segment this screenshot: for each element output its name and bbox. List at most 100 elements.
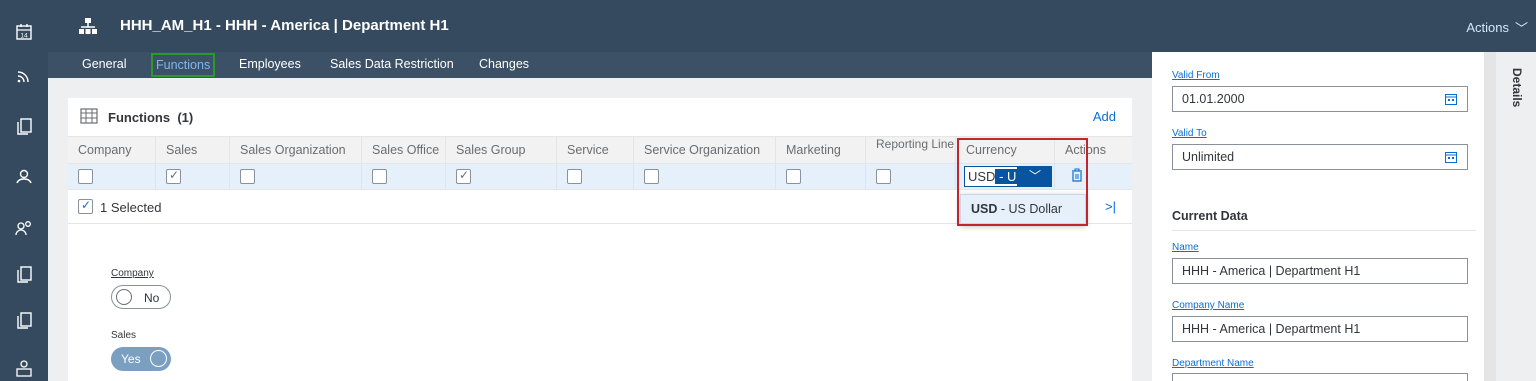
sales-switch-text: Yes: [121, 352, 141, 366]
service-checkbox[interactable]: [567, 169, 582, 184]
currency-typed-text: USD: [968, 169, 996, 184]
cell-sales: [156, 164, 230, 189]
calendar-picker-icon[interactable]: [1445, 93, 1457, 105]
details-side-panel: Valid From 01.01.2000 Valid To Unlimited…: [1152, 52, 1484, 381]
name-field[interactable]: HHH - America | Department H1: [1172, 258, 1468, 284]
functions-toolbar: Functions (1) Add: [68, 98, 1132, 136]
divider: [1172, 230, 1476, 231]
feed-icon[interactable]: [0, 60, 48, 92]
sales-label: Sales: [111, 330, 137, 341]
functions-card: Functions (1) Add Company Sales Sales Or…: [68, 98, 1132, 381]
switch-knob: [150, 350, 167, 367]
column-header-sales-office: Sales Office: [362, 137, 446, 164]
company-switch[interactable]: No: [111, 285, 171, 309]
org-people-icon[interactable]: [0, 352, 48, 381]
column-header-sales: Sales: [156, 137, 230, 164]
column-header-marketing: Marketing: [776, 137, 866, 164]
page-title: HHH_AM_H1 - HHH - America | Department H…: [120, 17, 449, 34]
selected-count: 1 Selected: [100, 200, 162, 215]
cell-sales-office: [362, 164, 446, 189]
department-name-label: Department Name: [1172, 358, 1254, 369]
svg-text:14: 14: [20, 33, 28, 40]
copy-icon[interactable]: [0, 304, 48, 336]
currency-option-text: - US Dollar: [997, 202, 1062, 216]
valid-from-field[interactable]: 01.01.2000: [1172, 86, 1468, 112]
actions-label: Actions: [1466, 20, 1509, 35]
cell-sales-group: [446, 164, 557, 189]
column-header-company: Company: [68, 137, 156, 164]
valid-from-label: Valid From: [1172, 70, 1220, 81]
company-name-field[interactable]: HHH - America | Department H1: [1172, 316, 1468, 342]
column-header-service: Service: [557, 137, 634, 164]
people-icon[interactable]: [0, 212, 48, 244]
column-header-service-organization: Service Organization: [634, 137, 776, 164]
currency-dropdown-button[interactable]: ﹀: [1018, 166, 1052, 187]
copy-icon[interactable]: [0, 110, 48, 142]
table-row[interactable]: USD - US ﹀: [68, 164, 1132, 190]
valid-to-field[interactable]: Unlimited: [1172, 144, 1468, 170]
cell-marketing: [776, 164, 866, 189]
functions-count: (1): [177, 110, 194, 125]
functions-title-text: Functions: [108, 110, 171, 125]
left-nav-rail: 14: [0, 0, 48, 381]
actions-menu-button[interactable]: Actions ﹀: [1466, 18, 1528, 37]
table-header: Company Sales Sales Organization Sales O…: [68, 136, 1132, 164]
last-page-button[interactable]: >|: [1105, 199, 1116, 214]
valid-from-value: 01.01.2000: [1182, 92, 1245, 106]
cell-reporting-line: [866, 164, 956, 189]
column-header-reporting-line: Reporting Line: [866, 137, 956, 164]
sales-organization-checkbox[interactable]: [240, 169, 255, 184]
company-label: Company: [111, 268, 154, 279]
sales-group-checkbox[interactable]: [456, 168, 471, 184]
settings-group-icon[interactable]: [0, 160, 48, 192]
company-checkbox[interactable]: [78, 169, 93, 184]
company-name-label: Company Name: [1172, 300, 1245, 311]
column-header-actions: Actions: [1065, 143, 1106, 157]
current-data-heading: Current Data: [1172, 209, 1248, 223]
service-organization-checkbox[interactable]: [644, 169, 659, 184]
cell-actions: [1055, 164, 1132, 189]
currency-combobox-input[interactable]: USD - US: [964, 166, 1018, 187]
functions-title: Functions (1): [108, 110, 193, 125]
org-hierarchy-icon: [79, 18, 97, 34]
calendar-picker-icon[interactable]: [1445, 151, 1457, 163]
column-header-currency: Currency: [956, 137, 1055, 164]
sales-switch[interactable]: Yes: [111, 347, 171, 371]
reporting-line-checkbox[interactable]: [876, 169, 891, 184]
copy-icon[interactable]: [0, 258, 48, 290]
details-tab-label: Details: [1510, 68, 1524, 108]
valid-to-label: Valid To: [1172, 128, 1207, 139]
chevron-down-icon: ﹀: [1514, 21, 1528, 36]
sales-checkbox[interactable]: [166, 168, 181, 184]
department-name-field[interactable]: [1172, 373, 1468, 381]
tab-employees[interactable]: Employees: [239, 52, 301, 78]
name-label: Name: [1172, 242, 1199, 253]
sales-office-checkbox[interactable]: [372, 169, 387, 184]
currency-suggestion-item[interactable]: USD - US Dollar: [960, 194, 1086, 224]
side-panel-scrollbar[interactable]: [1484, 52, 1496, 381]
valid-to-value: Unlimited: [1182, 150, 1235, 164]
delete-icon[interactable]: [1071, 168, 1083, 182]
currency-autocomplete-selection: - US: [995, 169, 1017, 184]
details-vertical-tab[interactable]: Details: [1496, 52, 1536, 381]
object-header: HHH_AM_H1 - HHH - America | Department H…: [48, 0, 1536, 52]
column-header-sales-group: Sales Group: [446, 137, 557, 164]
column-header-sales-organization: Sales Organization: [230, 137, 362, 164]
add-button[interactable]: Add: [1093, 109, 1116, 124]
tab-functions[interactable]: Functions: [151, 53, 216, 77]
tab-general[interactable]: General: [82, 52, 126, 78]
tab-sales-data-restriction[interactable]: Sales Data Restriction: [330, 52, 454, 78]
cell-currency: USD - US ﹀: [956, 164, 1055, 189]
calendar-icon[interactable]: 14: [0, 16, 48, 48]
currency-option-code: USD: [971, 202, 998, 216]
select-all-checkbox[interactable]: [78, 198, 93, 214]
table-grid-icon: [80, 108, 98, 124]
cell-service-organization: [634, 164, 776, 189]
switch-knob: [116, 289, 132, 305]
cell-company: [68, 164, 156, 189]
tab-changes[interactable]: Changes: [479, 52, 529, 78]
tab-bar: General Functions Employees Sales Data R…: [48, 52, 1152, 78]
company-switch-text: No: [144, 291, 160, 305]
cell-service: [557, 164, 634, 189]
marketing-checkbox[interactable]: [786, 169, 801, 184]
